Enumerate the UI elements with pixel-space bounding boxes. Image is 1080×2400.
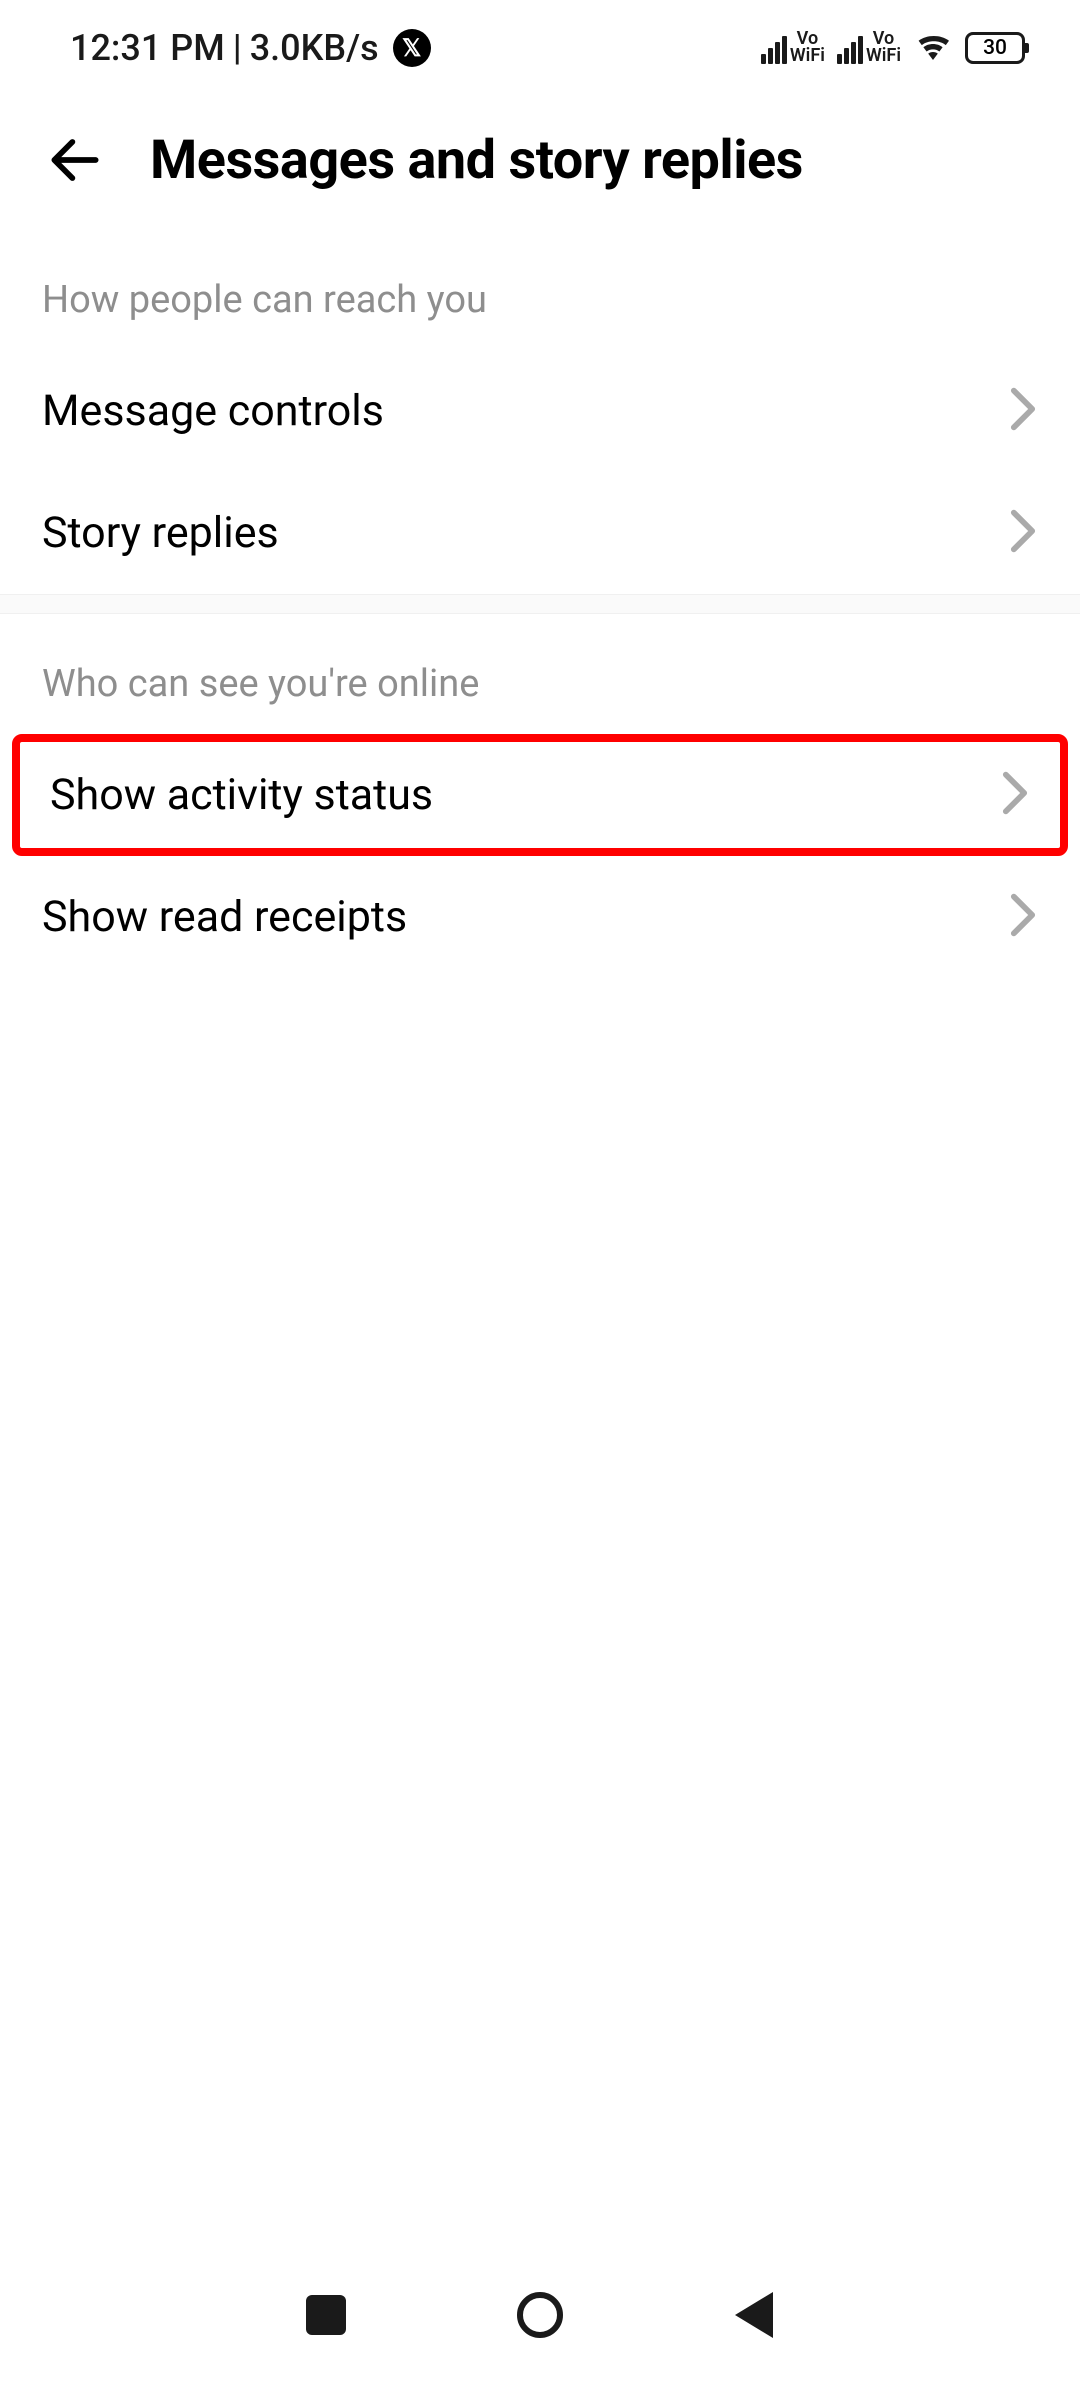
row-label: Show activity status: [50, 770, 433, 820]
square-icon: [306, 2295, 346, 2335]
triangle-left-icon: [735, 2292, 773, 2338]
circle-icon: [517, 2292, 563, 2338]
row-activity-status[interactable]: Show activity status: [12, 734, 1068, 856]
signal-1-icon: VoWiFi: [761, 31, 825, 63]
page-title: Messages and story replies: [150, 129, 803, 192]
app-header: Messages and story replies: [0, 95, 1080, 230]
chevron-right-icon: [1000, 770, 1030, 820]
wifi-icon: [913, 26, 953, 70]
nav-home-button[interactable]: [513, 2288, 568, 2343]
row-label: Story replies: [42, 508, 279, 558]
back-button[interactable]: [40, 125, 110, 195]
section-divider: [0, 594, 1080, 614]
row-read-receipts[interactable]: Show read receipts: [0, 856, 1080, 978]
battery-icon: 30: [965, 32, 1025, 64]
arrow-left-icon: [44, 129, 106, 191]
chevron-right-icon: [1008, 508, 1038, 558]
section-header-reach: How people can reach you: [0, 230, 1080, 350]
chevron-right-icon: [1008, 892, 1038, 942]
signal-2-icon: VoWiFi: [837, 31, 901, 63]
status-right: VoWiFi VoWiFi 30: [761, 26, 1025, 70]
row-message-controls[interactable]: Message controls: [0, 350, 1080, 472]
status-time: 12:31 PM: [70, 27, 225, 69]
row-story-replies[interactable]: Story replies: [0, 472, 1080, 594]
status-left: 12:31 PM | 3.0KB/s 𝕏: [70, 27, 431, 69]
status-data-rate: 3.0KB/s: [250, 27, 379, 69]
battery-percentage: 30: [983, 36, 1007, 60]
row-label: Show read receipts: [42, 892, 407, 942]
system-nav-bar: [0, 2260, 1080, 2400]
chevron-right-icon: [1008, 386, 1038, 436]
status-bar: 12:31 PM | 3.0KB/s 𝕏 VoWiFi VoWiFi 30: [0, 0, 1080, 95]
row-label: Message controls: [42, 386, 384, 436]
status-separator: |: [233, 27, 242, 69]
nav-recents-button[interactable]: [299, 2288, 354, 2343]
section-header-online: Who can see you're online: [0, 614, 1080, 734]
nav-back-button[interactable]: [726, 2288, 781, 2343]
x-app-icon: 𝕏: [393, 29, 431, 67]
